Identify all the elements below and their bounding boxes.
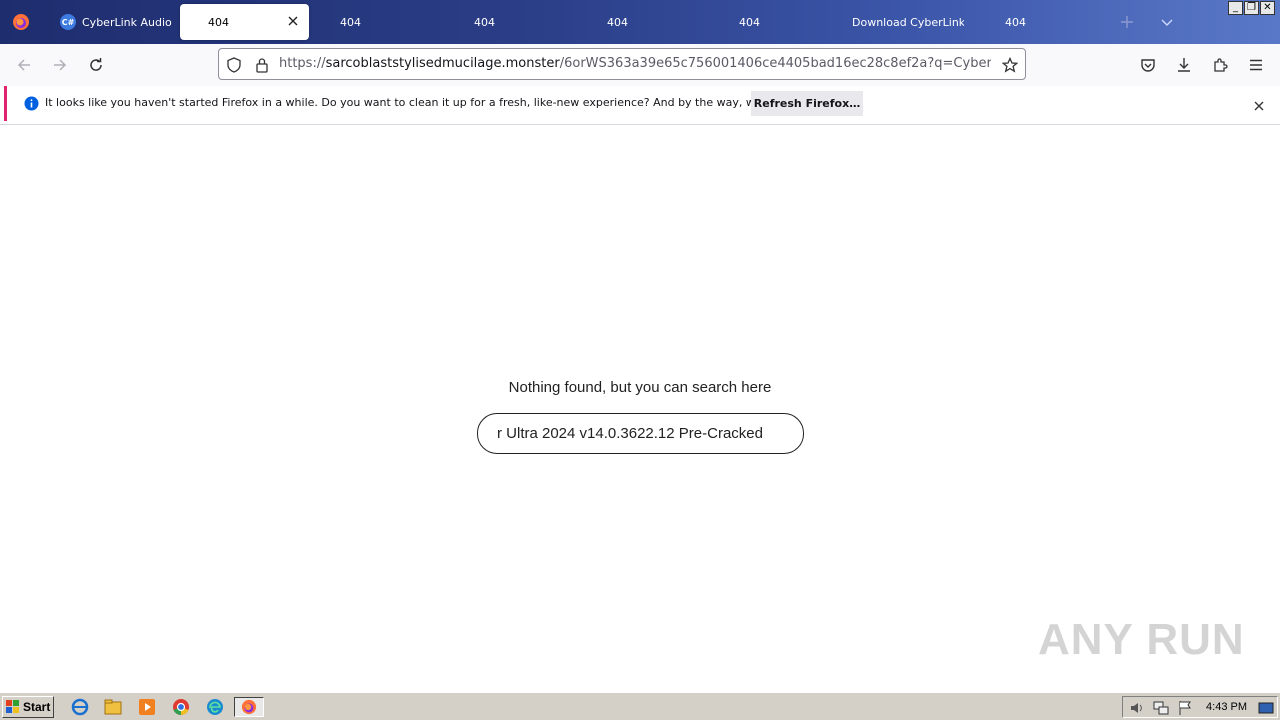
chrome-icon[interactable] (171, 697, 191, 717)
network-icon[interactable] (1153, 700, 1169, 720)
url-text[interactable]: https://sarcoblaststylisedmucilage.monst… (279, 56, 991, 71)
extensions-button[interactable] (1210, 55, 1230, 75)
reload-button[interactable] (86, 55, 106, 75)
cyberlink-icon: C# (60, 14, 76, 30)
close-tab-icon[interactable] (285, 13, 301, 29)
anyrun-watermark: ANY RUN (1038, 615, 1245, 664)
minimize-window-button[interactable]: _ (1228, 1, 1243, 15)
downloads-button[interactable] (1174, 55, 1194, 75)
chevron-down-icon (1161, 19, 1173, 26)
tab-4[interactable]: 404 (462, 4, 582, 40)
lock-icon[interactable] (253, 56, 271, 74)
download-icon (1178, 58, 1190, 72)
start-label: Start (23, 700, 51, 714)
tab-2-active[interactable]: 404 (180, 4, 309, 40)
start-button[interactable]: Start (2, 696, 54, 718)
tab-label: CyberLink AudioDir (82, 15, 172, 29)
close-notification-icon[interactable] (1253, 97, 1265, 116)
hamburger-menu-icon (1250, 59, 1262, 71)
tab-bar: C# CyberLink AudioDir 404 404 404 404 40… (0, 0, 1280, 44)
tab-6[interactable]: 404 (727, 4, 837, 40)
tab-label: 404 (1005, 15, 1026, 29)
edge-icon[interactable] (205, 697, 225, 717)
file-explorer-icon[interactable] (103, 697, 123, 717)
firefox-icon (13, 14, 29, 30)
tab-label: Download CyberLink C (852, 15, 964, 29)
tab-1[interactable]: C# CyberLink AudioDir (48, 4, 172, 40)
refresh-firefox-button[interactable]: Refresh Firefox… (751, 91, 863, 116)
page-content: Nothing found, but you can search here A… (0, 125, 1280, 692)
taskbar: Start 4:43 PM (0, 692, 1280, 720)
url-scheme: https:// (279, 56, 326, 71)
url-path: /6orWS363a39e65c756001406ce4405bad16ec28… (559, 56, 991, 71)
tab-label: 404 (607, 15, 628, 29)
info-icon (24, 96, 39, 115)
firefox-view-button[interactable] (0, 0, 42, 44)
tab-label: 404 (474, 15, 495, 29)
pocket-button[interactable] (1138, 55, 1158, 75)
back-arrow-icon (17, 59, 30, 71)
back-button[interactable] (14, 55, 34, 75)
tab-3[interactable]: 404 (328, 4, 448, 40)
forward-arrow-icon (54, 59, 67, 71)
new-tab-button[interactable] (1117, 12, 1137, 32)
nav-bar: https://sarcoblaststylisedmucilage.monst… (0, 44, 1280, 86)
tab-7[interactable]: Download CyberLink C (840, 4, 964, 40)
show-desktop-icon[interactable] (1258, 700, 1274, 720)
forward-button[interactable] (50, 55, 70, 75)
close-window-button[interactable]: ✕ (1260, 1, 1275, 15)
action-center-flag-icon[interactable] (1177, 700, 1193, 720)
reload-icon (90, 58, 102, 71)
list-all-tabs-button[interactable] (1157, 12, 1177, 32)
search-input[interactable] (477, 413, 804, 454)
pocket-icon (1141, 59, 1155, 72)
system-tray: 4:43 PM (1122, 696, 1278, 718)
tab-5[interactable]: 404 (595, 4, 715, 40)
internet-explorer-icon[interactable] (70, 697, 90, 717)
windows-logo-icon (6, 700, 19, 713)
bookmark-star-icon[interactable] (1001, 56, 1019, 74)
media-player-icon[interactable] (137, 697, 157, 717)
volume-icon[interactable] (1129, 700, 1145, 720)
not-found-message: Nothing found, but you can search here (508, 379, 772, 396)
app-menu-button[interactable] (1246, 55, 1266, 75)
clock: 4:43 PM (1206, 701, 1247, 713)
tab-8[interactable]: 404 (993, 4, 1093, 40)
firefox-taskbar-button[interactable] (234, 697, 264, 717)
puzzle-icon (1214, 58, 1228, 72)
firefox-icon (241, 699, 257, 715)
plus-icon (1121, 16, 1133, 28)
shield-icon[interactable] (225, 56, 243, 74)
url-bar[interactable]: https://sarcoblaststylisedmucilage.monst… (218, 48, 1026, 80)
tab-label: 404 (739, 15, 760, 29)
notification-bar: It looks like you haven't started Firefo… (4, 86, 1276, 121)
restore-window-button[interactable]: ❐ (1244, 1, 1259, 15)
tab-label: 404 (340, 15, 361, 29)
url-host: sarcoblaststylisedmucilage.monster (325, 56, 560, 71)
tab-label: 404 (208, 15, 229, 29)
notification-text: It looks like you haven't started Firefo… (45, 96, 829, 109)
